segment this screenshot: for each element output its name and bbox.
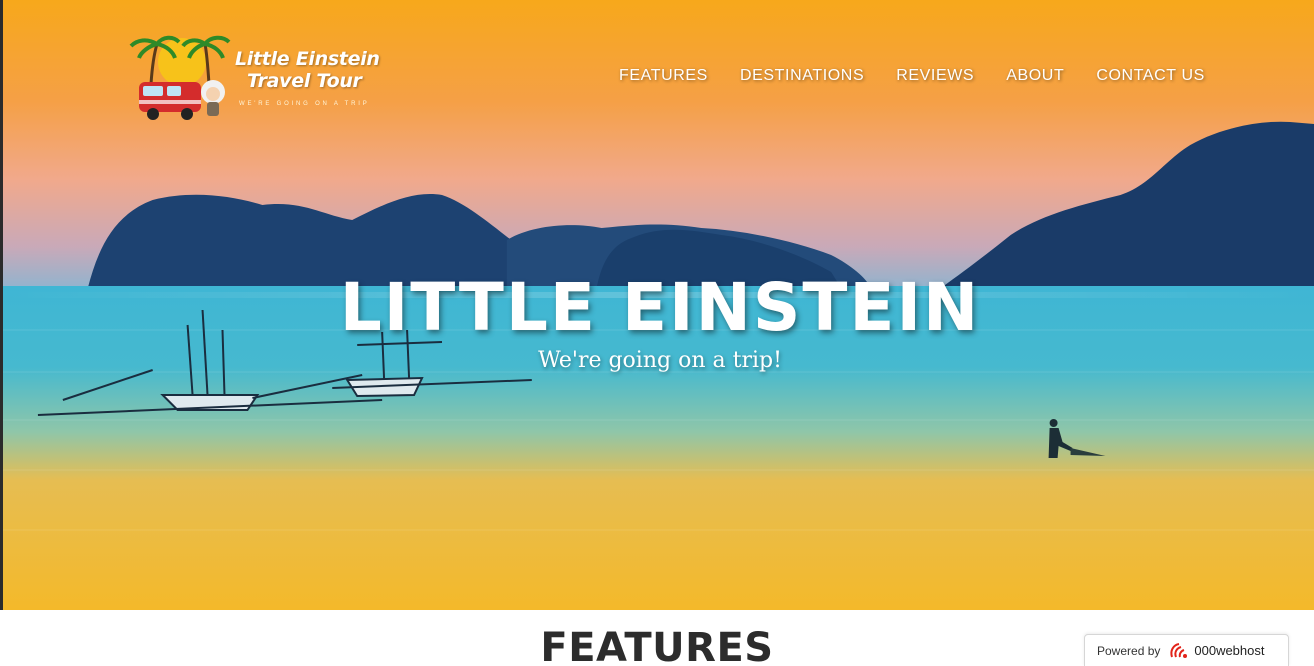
logo-van-palm-icon (129, 35, 231, 120)
main-navigation: FEATURES DESTINATIONS REVIEWS ABOUT CONT… (619, 67, 1205, 85)
logo-tagline: WE'RE GOING ON A TRIP (239, 101, 370, 107)
hero-title: LITTLE EINSTEIN (339, 269, 981, 346)
000webhost-brand-text: 000webhost (1194, 643, 1265, 658)
logo-title-line1: Little Einstein (235, 48, 380, 70)
logo-title: Little Einstein Travel Tour (235, 48, 380, 92)
hero-subtitle: We're going on a trip! (538, 348, 782, 373)
powered-by-label: Powered by (1097, 643, 1161, 658)
nav-link-reviews[interactable]: REVIEWS (896, 67, 974, 85)
nav-link-destinations[interactable]: DESTINATIONS (740, 67, 864, 85)
000webhost-logo-icon (1170, 642, 1188, 658)
nav-link-contact-us[interactable]: CONTACT US (1096, 67, 1205, 85)
hero-section: Little Einstein Travel Tour WE'RE GOING … (0, 0, 1314, 610)
nav-link-about[interactable]: ABOUT (1006, 67, 1064, 85)
logo-title-line2: Travel Tour (247, 70, 362, 92)
nav-link-features[interactable]: FEATURES (619, 67, 708, 85)
site-logo[interactable]: Little Einstein Travel Tour WE'RE GOING … (127, 34, 397, 124)
powered-by-badge[interactable]: Powered by 000webhost (1084, 634, 1289, 666)
